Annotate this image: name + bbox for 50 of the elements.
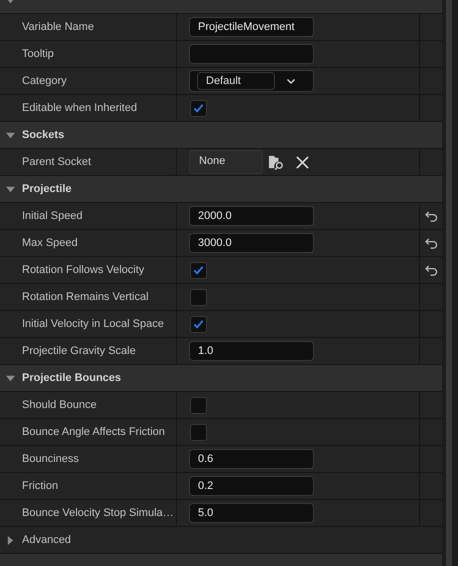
text-field[interactable]: 0.2	[189, 476, 314, 496]
property-label: Rotation Follows Velocity	[22, 264, 144, 276]
checkbox[interactable]	[190, 262, 207, 278]
section-header[interactable]: Projectile	[0, 176, 442, 202]
property-label: Initial Speed	[22, 210, 83, 222]
property-label: Max Speed	[22, 237, 78, 249]
close-icon[interactable]	[296, 156, 309, 168]
text-field[interactable]: 2000.0	[189, 206, 314, 226]
section-header[interactable]: Sockets	[0, 122, 442, 148]
expand-arrow-icon	[6, 184, 15, 194]
property-label: Bounce Angle Affects Friction	[22, 426, 165, 438]
reset-arrow-icon[interactable]	[424, 210, 438, 222]
subsection-title: Advanced	[22, 534, 71, 546]
socket-picker[interactable]: None	[189, 150, 263, 174]
section-title: Projectile Bounces	[22, 372, 122, 384]
checkbox[interactable]	[190, 100, 207, 116]
section-title: Projectile	[22, 183, 72, 195]
property-label: Rotation Remains Vertical	[22, 291, 149, 303]
property-label: Bounciness	[22, 453, 79, 465]
section-title: Sockets	[22, 129, 64, 141]
reset-arrow-icon[interactable]	[424, 264, 438, 276]
property-label: Editable when Inherited	[22, 102, 137, 114]
text-field[interactable]: 5.0	[189, 503, 314, 523]
text-field[interactable]	[189, 44, 314, 64]
category-combo-box[interactable]: Default	[189, 70, 314, 92]
text-field[interactable]: ProjectileMovement	[189, 17, 314, 37]
property-label: Initial Velocity in Local Space	[22, 318, 164, 330]
expand-arrow-icon	[6, 536, 15, 544]
text-field[interactable]: 1.0	[189, 341, 314, 361]
checkbox[interactable]	[190, 424, 207, 440]
text-field[interactable]: 0.6	[189, 449, 314, 469]
scrollbar[interactable]	[446, 0, 452, 566]
property-label: Tooltip	[22, 48, 54, 60]
property-label: Friction	[22, 480, 58, 492]
property-label: Projectile Gravity Scale	[22, 345, 136, 357]
expand-arrow-icon	[6, 130, 15, 140]
folder-search-icon[interactable]	[268, 154, 285, 170]
property-label: Bounce Velocity Stop Simula…	[22, 507, 174, 519]
section-header[interactable]: Projectile Bounces	[0, 365, 442, 391]
property-label: Variable Name	[22, 21, 94, 33]
checkbox[interactable]	[190, 396, 207, 414]
expand-arrow-icon	[6, 374, 15, 382]
property-label: Should Bounce	[22, 399, 97, 411]
reset-arrow-icon[interactable]	[424, 238, 438, 248]
subsection-header[interactable]: Advanced	[0, 527, 442, 553]
property-label: Parent Socket	[22, 156, 92, 168]
checkbox[interactable]	[190, 288, 207, 306]
checkbox[interactable]	[190, 316, 207, 332]
text-field[interactable]: 3000.0	[189, 233, 314, 253]
property-label: Category	[22, 75, 67, 87]
